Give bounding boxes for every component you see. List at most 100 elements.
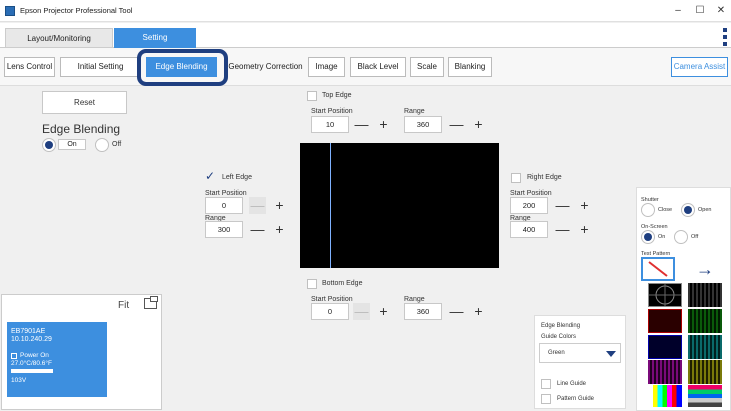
test-pattern-blue[interactable] <box>648 335 682 359</box>
power-status: Power On <box>20 352 49 359</box>
tab-highlight-frame <box>137 49 228 86</box>
pattern-guide-checkbox[interactable] <box>541 394 551 404</box>
right-start-minus-button[interactable]: — <box>554 197 571 214</box>
bottom-range-plus-button[interactable]: + <box>470 303 487 320</box>
next-arrow-icon[interactable]: → <box>688 257 722 281</box>
bottom-range-label: Range <box>404 296 425 303</box>
tab-initial-setting[interactable]: Initial Setting <box>60 57 141 77</box>
test-pattern-cyan[interactable] <box>688 335 722 359</box>
left-edge-label: Left Edge <box>222 174 252 181</box>
test-pattern-gradient[interactable] <box>688 385 722 407</box>
edge-blending-off-label: Off <box>112 141 122 148</box>
window-title: Epson Projector Professional Tool <box>20 6 133 15</box>
shutter-close-label: Close <box>658 207 673 213</box>
left-range-plus-button[interactable]: + <box>271 221 288 238</box>
top-range-input[interactable]: 360 <box>404 116 442 133</box>
fit-label: Fit <box>118 300 130 311</box>
tab-image[interactable]: Image <box>308 57 345 77</box>
tab-blanking[interactable]: Blanking <box>448 57 492 77</box>
left-start-plus-button[interactable]: + <box>271 197 288 214</box>
close-button[interactable]: ✕ <box>709 3 731 19</box>
tab-scale[interactable]: Scale <box>410 57 444 77</box>
test-pattern-yellow[interactable] <box>688 360 722 384</box>
test-pattern-circle[interactable] <box>648 283 682 307</box>
shutter-label: Shutter <box>641 197 659 203</box>
test-pattern-red[interactable] <box>648 309 682 333</box>
test-pattern-none[interactable] <box>641 257 675 281</box>
test-pattern-magenta[interactable] <box>648 360 682 384</box>
right-start-plus-button[interactable]: + <box>576 197 593 214</box>
projector-card[interactable]: EB7901AE 10.10.240.29 Power On 27.0°C/80… <box>7 322 107 397</box>
bottom-range-input[interactable]: 360 <box>404 303 442 320</box>
top-start-label: Start Position <box>311 108 353 115</box>
left-start-minus-button[interactable]: — <box>249 197 266 214</box>
reset-button[interactable]: Reset <box>42 91 127 114</box>
right-edge-checkbox[interactable] <box>511 173 521 183</box>
shutter-open-label: Open <box>698 207 712 213</box>
title-bar: Epson Projector Professional Tool – ☐ ✕ <box>0 0 731 22</box>
power-status-icon <box>11 353 17 359</box>
test-pattern-color-bars[interactable] <box>648 385 682 407</box>
bottom-start-minus-button[interactable]: — <box>353 303 370 320</box>
edge-blending-on-radio[interactable] <box>42 138 56 152</box>
top-range-plus-button[interactable]: + <box>470 116 487 133</box>
guide-title: Edge Blending <box>541 323 581 329</box>
minimize-button[interactable]: – <box>666 3 690 19</box>
shutter-open-radio[interactable] <box>681 203 695 217</box>
right-edge-label: Right Edge <box>527 174 562 181</box>
projector-name: EB7901AE <box>11 328 46 335</box>
right-range-input[interactable]: 400 <box>510 221 548 238</box>
more-menu-icon[interactable] <box>723 28 727 46</box>
on-screen-off-radio[interactable] <box>674 230 688 244</box>
right-start-input[interactable]: 200 <box>510 197 548 214</box>
shutter-close-radio[interactable] <box>641 203 655 217</box>
edge-blending-title: Edge Blending <box>42 122 121 136</box>
tab-setting[interactable]: Setting <box>114 28 196 48</box>
left-range-minus-button[interactable]: — <box>249 221 266 238</box>
guide-color-value: Green <box>548 350 565 356</box>
top-start-plus-button[interactable]: + <box>375 116 392 133</box>
app-icon <box>5 6 15 16</box>
on-screen-on-label: On <box>658 234 666 240</box>
bottom-start-label: Start Position <box>311 296 353 303</box>
bottom-start-plus-button[interactable]: + <box>375 303 392 320</box>
projector-panel: Fit EB7901AE 10.10.240.29 Power On 27.0°… <box>1 294 162 410</box>
bottom-start-input[interactable]: 0 <box>311 303 349 320</box>
tab-geometry-correction[interactable]: Geometry Correction <box>222 57 309 77</box>
tab-layout-monitoring[interactable]: Layout/Monitoring <box>5 28 113 48</box>
right-range-plus-button[interactable]: + <box>576 221 593 238</box>
camera-assist-button[interactable]: Camera Assist <box>671 57 728 77</box>
on-screen-on-radio[interactable] <box>641 230 655 244</box>
tab-black-level[interactable]: Black Level <box>350 57 406 77</box>
edge-blending-on-label: On <box>58 139 86 150</box>
left-start-input[interactable]: 0 <box>205 197 243 214</box>
line-guide-checkbox[interactable] <box>541 379 551 389</box>
fit-window-icon[interactable] <box>144 296 158 309</box>
edge-preview <box>300 143 499 268</box>
bottom-range-minus-button[interactable]: — <box>448 303 465 320</box>
edge-blending-off-radio[interactable] <box>95 138 109 152</box>
top-range-label: Range <box>404 108 425 115</box>
guide-color-select[interactable]: Green <box>539 343 621 363</box>
top-edge-checkbox[interactable] <box>307 91 317 101</box>
right-range-minus-button[interactable]: — <box>554 221 571 238</box>
left-start-label: Start Position <box>205 190 247 197</box>
left-range-input[interactable]: 300 <box>205 221 243 238</box>
top-start-input[interactable]: 10 <box>311 116 349 133</box>
left-edge-checkbox[interactable]: ✓ <box>205 170 217 183</box>
right-start-label: Start Position <box>510 190 552 197</box>
tab-lens-control[interactable]: Lens Control <box>4 57 55 77</box>
top-range-minus-button[interactable]: — <box>448 116 465 133</box>
left-edge-guide-line <box>330 143 331 268</box>
on-screen-off-label: Off <box>691 234 699 240</box>
on-screen-label: On-Screen <box>641 224 668 230</box>
line-guide-label: Line Guide <box>557 381 587 387</box>
top-start-minus-button[interactable]: — <box>353 116 370 133</box>
status-bar <box>11 369 53 373</box>
projector-temp: 27.0°C/80.6°F <box>11 360 52 367</box>
test-pattern-green[interactable] <box>688 309 722 333</box>
test-pattern-grid-gray[interactable] <box>688 283 722 307</box>
bottom-edge-checkbox[interactable] <box>307 279 317 289</box>
pattern-guide-label: Pattern Guide <box>557 396 595 402</box>
projector-voltage: 103V <box>11 377 27 384</box>
